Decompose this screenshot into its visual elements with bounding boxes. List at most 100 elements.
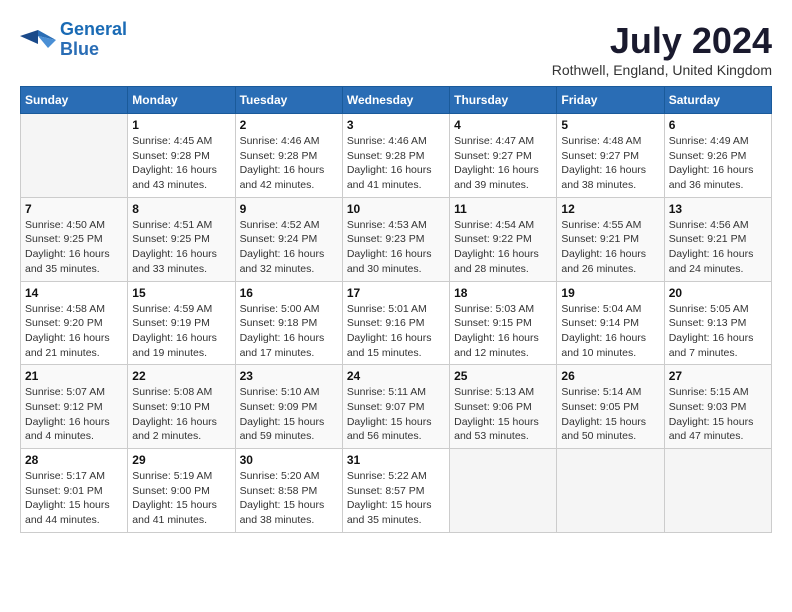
- logo-text: General Blue: [60, 20, 127, 60]
- calendar-cell: 4 Sunrise: 4:47 AM Sunset: 9:27 PM Daylig…: [450, 114, 557, 198]
- header-sunday: Sunday: [21, 87, 128, 114]
- day-info: Sunrise: 4:54 AM Sunset: 9:22 PM Dayligh…: [454, 218, 552, 277]
- day-info: Sunrise: 4:45 AM Sunset: 9:28 PM Dayligh…: [132, 134, 230, 193]
- day-info: Sunrise: 5:05 AM Sunset: 9:13 PM Dayligh…: [669, 302, 767, 361]
- week-row-2: 14Sunrise: 4:58 AM Sunset: 9:20 PM Dayli…: [21, 281, 772, 365]
- day-number: 1: [132, 118, 230, 132]
- calendar-cell: 1 Sunrise: 4:45 AM Sunset: 9:28 PM Daylig…: [128, 114, 235, 198]
- day-info: Sunrise: 4:46 AM Sunset: 9:28 PM Dayligh…: [347, 134, 445, 193]
- day-info: Sunrise: 4:47 AM Sunset: 9:27 PM Dayligh…: [454, 134, 552, 193]
- header-friday: Friday: [557, 87, 664, 114]
- day-number: 10: [347, 202, 445, 216]
- calendar-cell: 9 Sunrise: 4:52 AM Sunset: 9:24 PM Daylig…: [235, 197, 342, 281]
- calendar-cell: 12Sunrise: 4:55 AM Sunset: 9:21 PM Dayli…: [557, 197, 664, 281]
- header-monday: Monday: [128, 87, 235, 114]
- calendar-cell: 22 Sunrise: 5:08 AM Sunset: 9:10 PM Dayli…: [128, 365, 235, 449]
- day-number: 28: [25, 453, 123, 467]
- day-info: Sunrise: 5:10 AM Sunset: 9:09 PM Dayligh…: [240, 385, 338, 444]
- calendar-cell: 15 Sunrise: 4:59 AM Sunset: 9:19 PM Dayli…: [128, 281, 235, 365]
- day-number: 11: [454, 202, 552, 216]
- day-info: Sunrise: 5:14 AM Sunset: 9:05 PM Dayligh…: [561, 385, 659, 444]
- week-row-0: 1 Sunrise: 4:45 AM Sunset: 9:28 PM Daylig…: [21, 114, 772, 198]
- calendar-cell: 6 Sunrise: 4:49 AM Sunset: 9:26 PM Daylig…: [664, 114, 771, 198]
- day-info: Sunrise: 4:48 AM Sunset: 9:27 PM Dayligh…: [561, 134, 659, 193]
- day-info: Sunrise: 4:56 AM Sunset: 9:21 PM Dayligh…: [669, 218, 767, 277]
- calendar-cell: 30 Sunrise: 5:20 AM Sunset: 8:58 PM Dayli…: [235, 449, 342, 533]
- day-number: 23: [240, 369, 338, 383]
- day-number: 14: [25, 286, 123, 300]
- logo: General Blue: [20, 20, 127, 60]
- day-info: Sunrise: 4:55 AM Sunset: 9:21 PM Dayligh…: [561, 218, 659, 277]
- calendar-cell: 23 Sunrise: 5:10 AM Sunset: 9:09 PM Dayli…: [235, 365, 342, 449]
- week-row-3: 21Sunrise: 5:07 AM Sunset: 9:12 PM Dayli…: [21, 365, 772, 449]
- day-info: Sunrise: 5:22 AM Sunset: 8:57 PM Dayligh…: [347, 469, 445, 528]
- calendar-cell: [664, 449, 771, 533]
- title-block: July 2024 Rothwell, England, United King…: [552, 20, 772, 78]
- day-info: Sunrise: 5:13 AM Sunset: 9:06 PM Dayligh…: [454, 385, 552, 444]
- day-number: 8: [132, 202, 230, 216]
- header-wednesday: Wednesday: [342, 87, 449, 114]
- calendar-cell: 16Sunrise: 5:00 AM Sunset: 9:18 PM Dayli…: [235, 281, 342, 365]
- calendar-cell: 25 Sunrise: 5:13 AM Sunset: 9:06 PM Dayli…: [450, 365, 557, 449]
- calendar-cell: 13Sunrise: 4:56 AM Sunset: 9:21 PM Dayli…: [664, 197, 771, 281]
- day-info: Sunrise: 4:49 AM Sunset: 9:26 PM Dayligh…: [669, 134, 767, 193]
- calendar-cell: 27 Sunrise: 5:15 AM Sunset: 9:03 PM Dayli…: [664, 365, 771, 449]
- day-number: 19: [561, 286, 659, 300]
- day-number: 6: [669, 118, 767, 132]
- day-number: 29: [132, 453, 230, 467]
- calendar-cell: 20 Sunrise: 5:05 AM Sunset: 9:13 PM Dayli…: [664, 281, 771, 365]
- day-info: Sunrise: 4:50 AM Sunset: 9:25 PM Dayligh…: [25, 218, 123, 277]
- calendar-cell: 18Sunrise: 5:03 AM Sunset: 9:15 PM Dayli…: [450, 281, 557, 365]
- day-number: 20: [669, 286, 767, 300]
- header-row: SundayMondayTuesdayWednesdayThursdayFrid…: [21, 87, 772, 114]
- day-number: 24: [347, 369, 445, 383]
- calendar-table: SundayMondayTuesdayWednesdayThursdayFrid…: [20, 86, 772, 533]
- day-number: 22: [132, 369, 230, 383]
- day-info: Sunrise: 4:52 AM Sunset: 9:24 PM Dayligh…: [240, 218, 338, 277]
- day-number: 7: [25, 202, 123, 216]
- calendar-cell: 19Sunrise: 5:04 AM Sunset: 9:14 PM Dayli…: [557, 281, 664, 365]
- calendar-cell: 11 Sunrise: 4:54 AM Sunset: 9:22 PM Dayli…: [450, 197, 557, 281]
- week-row-4: 28 Sunrise: 5:17 AM Sunset: 9:01 PM Dayli…: [21, 449, 772, 533]
- day-number: 9: [240, 202, 338, 216]
- day-info: Sunrise: 5:15 AM Sunset: 9:03 PM Dayligh…: [669, 385, 767, 444]
- day-number: 30: [240, 453, 338, 467]
- day-number: 25: [454, 369, 552, 383]
- calendar-cell: 26 Sunrise: 5:14 AM Sunset: 9:05 PM Dayli…: [557, 365, 664, 449]
- day-info: Sunrise: 5:01 AM Sunset: 9:16 PM Dayligh…: [347, 302, 445, 361]
- day-number: 21: [25, 369, 123, 383]
- calendar-cell: [450, 449, 557, 533]
- calendar-cell: 24Sunrise: 5:11 AM Sunset: 9:07 PM Dayli…: [342, 365, 449, 449]
- day-number: 15: [132, 286, 230, 300]
- calendar-cell: 3 Sunrise: 4:46 AM Sunset: 9:28 PM Daylig…: [342, 114, 449, 198]
- day-number: 16: [240, 286, 338, 300]
- calendar-cell: 31 Sunrise: 5:22 AM Sunset: 8:57 PM Dayli…: [342, 449, 449, 533]
- header-saturday: Saturday: [664, 87, 771, 114]
- day-number: 26: [561, 369, 659, 383]
- location: Rothwell, England, United Kingdom: [552, 62, 772, 78]
- month-title: July 2024: [552, 20, 772, 62]
- calendar-cell: 14Sunrise: 4:58 AM Sunset: 9:20 PM Dayli…: [21, 281, 128, 365]
- day-number: 2: [240, 118, 338, 132]
- calendar-cell: [21, 114, 128, 198]
- day-number: 4: [454, 118, 552, 132]
- day-info: Sunrise: 4:59 AM Sunset: 9:19 PM Dayligh…: [132, 302, 230, 361]
- header-thursday: Thursday: [450, 87, 557, 114]
- day-number: 5: [561, 118, 659, 132]
- day-info: Sunrise: 5:08 AM Sunset: 9:10 PM Dayligh…: [132, 385, 230, 444]
- calendar-cell: 28 Sunrise: 5:17 AM Sunset: 9:01 PM Dayli…: [21, 449, 128, 533]
- day-info: Sunrise: 5:19 AM Sunset: 9:00 PM Dayligh…: [132, 469, 230, 528]
- day-number: 27: [669, 369, 767, 383]
- day-number: 31: [347, 453, 445, 467]
- header-tuesday: Tuesday: [235, 87, 342, 114]
- calendar-cell: 8Sunrise: 4:51 AM Sunset: 9:25 PM Daylig…: [128, 197, 235, 281]
- day-info: Sunrise: 5:17 AM Sunset: 9:01 PM Dayligh…: [25, 469, 123, 528]
- day-number: 3: [347, 118, 445, 132]
- calendar-cell: 17Sunrise: 5:01 AM Sunset: 9:16 PM Dayli…: [342, 281, 449, 365]
- calendar-cell: 21Sunrise: 5:07 AM Sunset: 9:12 PM Dayli…: [21, 365, 128, 449]
- calendar-cell: 29 Sunrise: 5:19 AM Sunset: 9:00 PM Dayli…: [128, 449, 235, 533]
- day-info: Sunrise: 4:46 AM Sunset: 9:28 PM Dayligh…: [240, 134, 338, 193]
- week-row-1: 7 Sunrise: 4:50 AM Sunset: 9:25 PM Daylig…: [21, 197, 772, 281]
- day-info: Sunrise: 5:20 AM Sunset: 8:58 PM Dayligh…: [240, 469, 338, 528]
- logo-icon: [20, 26, 56, 54]
